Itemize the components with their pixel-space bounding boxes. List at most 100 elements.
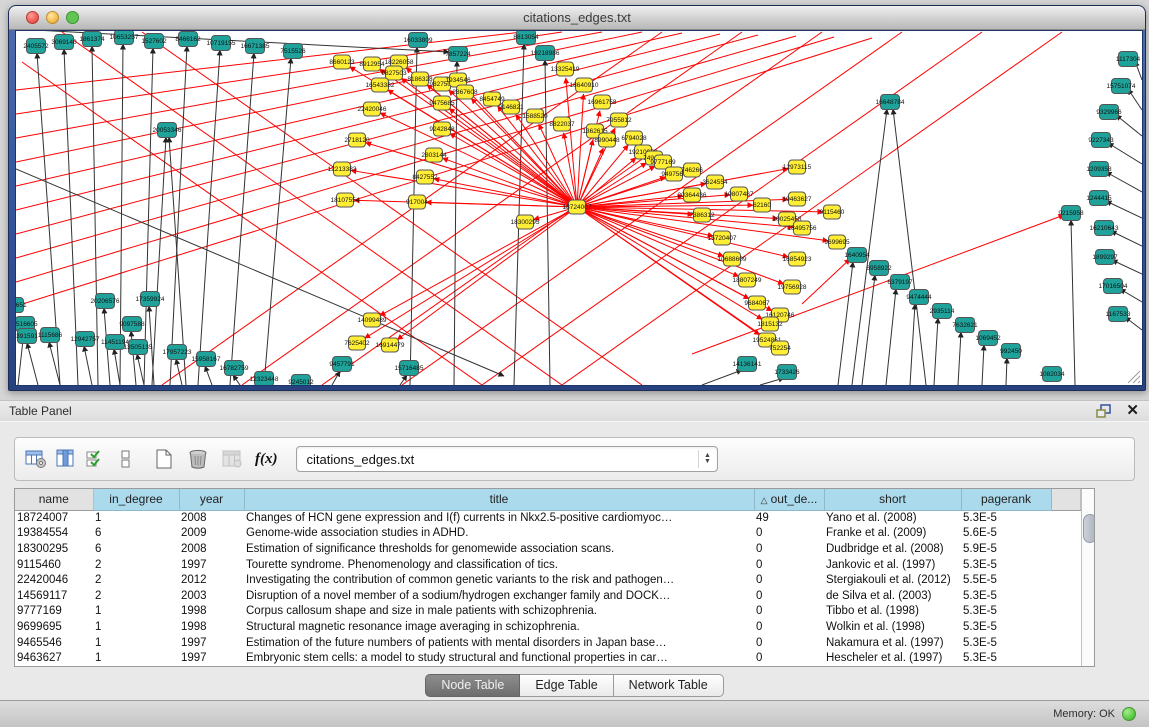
teal-node[interactable]: 6379197 xyxy=(887,275,913,290)
cell-in_degree[interactable]: 2 xyxy=(93,557,179,573)
black-edge[interactable] xyxy=(137,354,144,385)
delete-trash-icon[interactable] xyxy=(185,447,211,471)
yellow-node[interactable]: 8660123 xyxy=(329,55,355,69)
cell-pagerank[interactable]: 5.5E-5 xyxy=(961,572,1051,588)
black-edge[interactable] xyxy=(982,345,984,385)
cell-title[interactable]: Estimation of the future numbers of pati… xyxy=(244,635,754,651)
teal-node[interactable]: 20206576 xyxy=(91,294,120,309)
table-row[interactable]: 969969511998Structural magnetic resonanc… xyxy=(15,619,1080,635)
teal-node[interactable]: 8813054 xyxy=(513,31,539,45)
cell-name[interactable]: 9465546 xyxy=(15,635,93,651)
cell-short[interactable]: Hescheler et al. (1997) xyxy=(824,650,961,666)
function-builder-button[interactable]: f(x) xyxy=(255,451,278,468)
teal-node[interactable]: 2405572 xyxy=(23,39,49,54)
teal-node[interactable]: 1209358 xyxy=(1086,162,1112,177)
cell-out_de[interactable]: 0 xyxy=(754,650,824,666)
teal-node[interactable]: 9457791 xyxy=(329,357,355,372)
red-edge[interactable] xyxy=(577,166,655,207)
cell-short[interactable]: Franke et al. (2009) xyxy=(824,526,961,542)
teal-node[interactable]: 9329966 xyxy=(1096,105,1122,120)
network-canvas-holder[interactable]: 2405572306914018613741065325715276028466… xyxy=(15,30,1143,386)
black-edge[interactable] xyxy=(886,289,896,385)
red-edge[interactable] xyxy=(577,207,788,257)
cell-title[interactable]: Structural magnetic resonance image aver… xyxy=(244,619,754,635)
yellow-node[interactable]: 1588520 xyxy=(522,109,548,123)
red-edge[interactable] xyxy=(450,134,577,207)
black-edge[interactable] xyxy=(1120,289,1142,302)
black-edge[interactable] xyxy=(114,349,120,385)
cell-in_degree[interactable]: 1 xyxy=(93,650,179,666)
memory-ok-indicator[interactable] xyxy=(1122,707,1136,721)
teal-node[interactable]: 16648784 xyxy=(876,95,905,110)
cell-in_degree[interactable]: 2 xyxy=(93,572,179,588)
window-titlebar[interactable]: citations_edges.txt xyxy=(9,6,1145,30)
teal-node[interactable]: 2820651 xyxy=(16,298,27,313)
teal-node[interactable]: 1244415 xyxy=(1086,191,1112,206)
new-document-icon[interactable] xyxy=(151,447,177,471)
cell-name[interactable]: 9463627 xyxy=(15,650,93,666)
cell-short[interactable]: Nakamura et al. (1997) xyxy=(824,635,961,651)
teal-node[interactable]: 1117304 xyxy=(1116,52,1141,67)
cell-short[interactable]: Stergiakouli et al. (2012) xyxy=(824,572,961,588)
teal-node[interactable]: 10653257 xyxy=(110,31,139,45)
cell-short[interactable]: Tibbo et al. (1998) xyxy=(824,604,961,620)
teal-node[interactable]: 9227343 xyxy=(1088,133,1114,148)
cell-name[interactable]: 18724007 xyxy=(15,510,93,526)
teal-node[interactable]: 15751074 xyxy=(1107,79,1136,94)
cell-pagerank[interactable]: 5.3E-5 xyxy=(961,650,1051,666)
cell-name[interactable]: 22420046 xyxy=(15,572,93,588)
tab-network-table[interactable]: Network Table xyxy=(614,674,724,697)
teal-node[interactable]: 12942757 xyxy=(71,332,100,347)
red-edge[interactable] xyxy=(379,69,577,207)
cell-year[interactable]: 2012 xyxy=(179,572,244,588)
yellow-node[interactable]: 18107554 xyxy=(331,193,360,207)
teal-node[interactable]: 1733426 xyxy=(774,365,800,380)
black-edge[interactable] xyxy=(838,262,853,385)
cell-out_de[interactable]: 0 xyxy=(754,604,824,620)
cell-short[interactable]: Wolkin et al. (1998) xyxy=(824,619,961,635)
black-edge[interactable] xyxy=(1112,260,1142,274)
black-edge[interactable] xyxy=(454,61,457,385)
black-edge[interactable] xyxy=(84,346,92,385)
cell-name[interactable]: 14569117 xyxy=(15,588,93,604)
yellow-node[interactable]: 2803144 xyxy=(421,148,447,162)
teal-node[interactable]: 1899297 xyxy=(1092,250,1118,265)
cell-name[interactable]: 9115460 xyxy=(15,557,93,573)
teal-node[interactable]: 9097588 xyxy=(119,317,145,332)
cell-short[interactable]: Dudbridge et al. (2008) xyxy=(824,541,961,557)
red-edge[interactable] xyxy=(577,158,636,207)
teal-node[interactable]: 19218986 xyxy=(531,46,560,61)
yellow-node[interactable]: 7955812 xyxy=(606,113,632,127)
yellow-node[interactable]: 15720407 xyxy=(708,231,737,245)
unselect-all-icon[interactable] xyxy=(113,447,139,471)
cell-year[interactable]: 2008 xyxy=(179,510,244,526)
cell-out_de[interactable]: 0 xyxy=(754,541,824,557)
black-edge[interactable] xyxy=(958,332,961,385)
yellow-node[interactable]: 19756928 xyxy=(778,280,807,294)
yellow-node[interactable]: 19463627 xyxy=(783,192,812,206)
black-edge[interactable] xyxy=(332,371,340,385)
yellow-node[interactable]: 8990448 xyxy=(594,133,620,147)
cell-title[interactable]: Changes of HCN gene expression and I(f) … xyxy=(244,510,754,526)
teal-node[interactable]: 9474444 xyxy=(906,290,932,305)
teal-node[interactable]: 14136141 xyxy=(733,357,762,372)
teal-node[interactable]: 7857224 xyxy=(445,47,471,62)
red-edge[interactable] xyxy=(577,94,583,207)
black-edge[interactable] xyxy=(1108,143,1142,164)
tab-edge-table[interactable]: Edge Table xyxy=(520,674,613,697)
black-edge[interactable] xyxy=(198,50,220,385)
red-edge[interactable] xyxy=(566,78,577,207)
table-scrollbar[interactable] xyxy=(1081,489,1095,666)
cell-in_degree[interactable]: 6 xyxy=(93,526,179,542)
black-edge[interactable] xyxy=(410,47,417,385)
black-edge[interactable] xyxy=(893,109,926,385)
cell-in_degree[interactable]: 1 xyxy=(93,510,179,526)
table-row[interactable]: 1456911722003Disruption of a novel membe… xyxy=(15,588,1080,604)
cell-year[interactable]: 2008 xyxy=(179,541,244,557)
black-edge[interactable] xyxy=(233,375,240,385)
cell-pagerank[interactable]: 5.3E-5 xyxy=(961,604,1051,620)
cell-out_de[interactable]: 0 xyxy=(754,588,824,604)
column-header-title[interactable]: title xyxy=(244,489,754,510)
table-row[interactable]: 2242004622012Investigating the contribut… xyxy=(15,572,1080,588)
yellow-node[interactable]: 2718120 xyxy=(344,133,370,147)
